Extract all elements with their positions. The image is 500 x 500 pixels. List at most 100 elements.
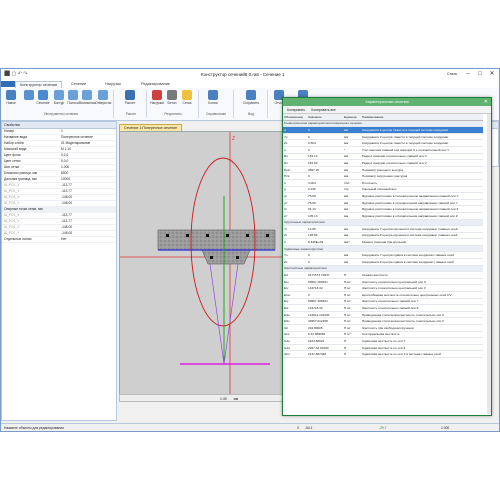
table-row[interactable]: ESu 124612.132284 Н·м² Приведенная статичес… — [283, 311, 483, 319]
table-row[interactable]: EIv 144718.32 Н·м² Жесткость относительно ц… — [283, 284, 483, 293]
inscribed-icon — [82, 90, 92, 100]
table-row[interactable]: Pint 0 мм Периметр внутренних контуров — [283, 172, 483, 180]
table-section-row[interactable]: Крутильные характеристики — [283, 219, 483, 227]
calc-button[interactable]: Расчет — [119, 90, 141, 110]
table-row[interactable]: GIw 6.31 889084 Н·м⁴ Секториальная жесткост… — [283, 331, 483, 339]
holes-button[interactable]: Отверстия — [95, 90, 111, 110]
status-bar: Нажмите объекты для редактирования Х -64… — [1, 423, 499, 431]
table-row[interactable]: EIz 144718.32 Н·м² Жесткость относительно г… — [283, 304, 483, 312]
characteristics-body: Геометрические характеристики поперечног… — [283, 120, 483, 358]
table-row[interactable]: Yt 14.86 мм Координата Y центра кручения в … — [283, 225, 483, 233]
tab-loads[interactable]: Нагрузки — [101, 81, 125, 87]
unit-value: мм — [233, 397, 239, 401]
table-row[interactable]: A 0 мм Координата в центре тяжести в текуще… — [283, 126, 483, 134]
hole-icon — [98, 90, 108, 100]
characteristics-dialog-title[interactable]: Характеристики сечения ✕ — [283, 98, 491, 106]
inscribed-button[interactable]: Вписанная — [79, 90, 96, 110]
table-row[interactable]: yc 75.69 мм Ядровое расстояние в положитель… — [283, 192, 483, 200]
grid-button[interactable]: Сетка — [179, 90, 195, 110]
save-icon — [246, 90, 256, 100]
calc-icon — [125, 90, 135, 100]
characteristics-toolbar: Копировать Копировать все — [283, 106, 491, 114]
tab-editing[interactable]: Редактирование — [137, 81, 174, 87]
table-row[interactable]: GFx 2147.807468 Н Сдвиговая жесткость по ос… — [283, 350, 483, 358]
window-title: Конструктор сечений8.0.ra6 - Сечение 1 — [201, 72, 285, 77]
table-row[interactable]: Zc 6.504 мм Координата Z центра тяжести в т… — [283, 139, 483, 147]
copy-icon — [208, 90, 218, 100]
table-row[interactable]: GAy 2164.50022 Н Сдвиговая жесткость по оси… — [283, 337, 483, 345]
copy-button[interactable]: Копия — [205, 90, 221, 110]
ribbon-separator — [233, 90, 234, 118]
quick-access-icons[interactable]: ⬛ ▢ ↶ ↷ — [4, 71, 28, 77]
table-row[interactable]: Ys 0 мм Координата Y центра сдвига в систем… — [283, 251, 483, 260]
table-row[interactable]: yc' 75.69 мм Ядровое расстояние в отрицател… — [283, 199, 483, 207]
new-button[interactable]: Новое — [3, 90, 19, 110]
table-row[interactable]: Rv 181.60 мм Радиус инерции относительно гл… — [283, 159, 483, 167]
concrete-section[interactable] — [157, 229, 276, 265]
concrete-button[interactable]: Бетон — [164, 90, 180, 110]
table-row[interactable]: g 0.246 т/м Удельный погонный вес — [283, 186, 483, 194]
close-button[interactable]: ✕ — [487, 71, 497, 78]
status-value: -29.7 — [379, 426, 387, 430]
zoom-value[interactable]: 1:49 — [220, 397, 227, 401]
table-row[interactable]: Pext 3827.20 мм Периметр внешнего контура — [283, 166, 483, 174]
loads-button[interactable]: Нагрузки — [149, 90, 165, 110]
table-row[interactable]: Zt 128.84 мм Координата Z центра кручения в… — [283, 232, 483, 240]
table-row[interactable]: It 8.446E+09 мм⁴ Момент инерции при кручени… — [283, 238, 483, 246]
outline-icon — [54, 90, 64, 100]
table-row[interactable]: EIu 90567.180621 Н·м² Жесткость относительн… — [283, 278, 483, 286]
concrete-icon — [167, 90, 177, 100]
status-text: Нажмите объекты для редактирования — [4, 426, 64, 430]
new-doc-icon — [6, 90, 16, 100]
maximize-button[interactable]: □ — [475, 71, 485, 78]
table-row[interactable]: zc' 105.13 мм Ядровое расстояние в отрицате… — [283, 212, 483, 220]
ribbon-separator — [146, 90, 147, 118]
vertical-scrollbar[interactable] — [487, 114, 491, 414]
table-row[interactable]: Yc 0 мм Координата Z центра тяжести в текущ… — [283, 133, 483, 141]
properties-panel: Свойства Номер 1 Название вида Поперечное … — [1, 121, 117, 421]
table-section-row[interactable]: Геометрические характеристики поперечног… — [283, 120, 483, 128]
kern-line — [209, 263, 225, 365]
copy-all-button[interactable]: Копировать все — [311, 108, 336, 112]
group-references: Справочники — [206, 112, 226, 116]
group-results: Результаты — [164, 112, 182, 116]
table-row[interactable]: EIuv 0 Н·м² Центробежная жесткость относите… — [283, 291, 483, 299]
status-coord-value: -64.1 — [305, 426, 313, 430]
characteristics-table: Обозначение Значение Единица Наименовани… — [283, 114, 483, 358]
table-row[interactable]: ESv 34567.612208 Н·м² Приведенная статическ… — [283, 317, 483, 325]
table-row[interactable]: zc 91.13 мм Ядровое расстояние в положитель… — [283, 205, 483, 213]
table-section-row[interactable]: Сдвиговые характеристики — [283, 245, 483, 253]
tab-section-constructor[interactable]: Конструктор сечения — [15, 81, 62, 88]
strip-icon — [68, 90, 78, 100]
loads-icon — [152, 90, 162, 100]
characteristics-table-wrap: Обозначение Значение Единица Наименовани… — [283, 114, 491, 414]
table-row[interactable]: EIy 90567.180621 Н·м² Жесткость относительн… — [283, 298, 483, 306]
table-row[interactable]: Ru 154.12 мм Радиус инерции относительно гл… — [283, 153, 483, 161]
table-row[interactable]: α 0 ° Угол наклона главной оси инерции U к … — [283, 146, 483, 154]
tab-section[interactable]: Сечение — [67, 81, 90, 87]
section-icon — [38, 90, 48, 100]
group-section-tools: Инструменты сечения — [44, 112, 78, 116]
ribbon-separator — [267, 90, 268, 118]
status-coord-label: Х — [297, 426, 300, 430]
table-row[interactable]: GAz 2267.42 00100 Н Сдвиговая жесткость по … — [283, 344, 483, 352]
minimize-button[interactable]: – — [463, 71, 473, 78]
table-row[interactable]: ρ 3.004 т/м³ Плотность — [283, 179, 483, 187]
section-button[interactable]: Сечение — [35, 90, 51, 110]
prop-row[interactable]: Отдельные линии Нет — [2, 237, 116, 243]
close-icon[interactable]: ✕ — [484, 98, 488, 106]
properties-panel-title: Свойства — [2, 122, 116, 129]
group-view: Вид — [248, 112, 254, 116]
table-row[interactable]: EA 9171573.72837 Н Осевая жесткость — [283, 271, 483, 279]
table-row[interactable]: Zs 0 мм Координата Z центра сдвига в систем… — [283, 258, 483, 266]
save-button[interactable]: Сохранить — [241, 90, 261, 110]
status-scale: 1:300 — [441, 426, 450, 430]
table-row[interactable]: GIt 234.80005 Н·м² Жесткость при свободном … — [283, 324, 483, 332]
group-calc: Расчет — [125, 112, 137, 116]
style-menu[interactable]: Стиль — [447, 72, 457, 76]
kern-line — [223, 263, 239, 365]
axis-z-label: Z — [232, 136, 235, 142]
copy-button[interactable]: Копировать — [287, 108, 305, 112]
table-section-row[interactable]: Жесткостные характеристики — [283, 265, 483, 273]
ribbon-separator — [198, 90, 199, 118]
